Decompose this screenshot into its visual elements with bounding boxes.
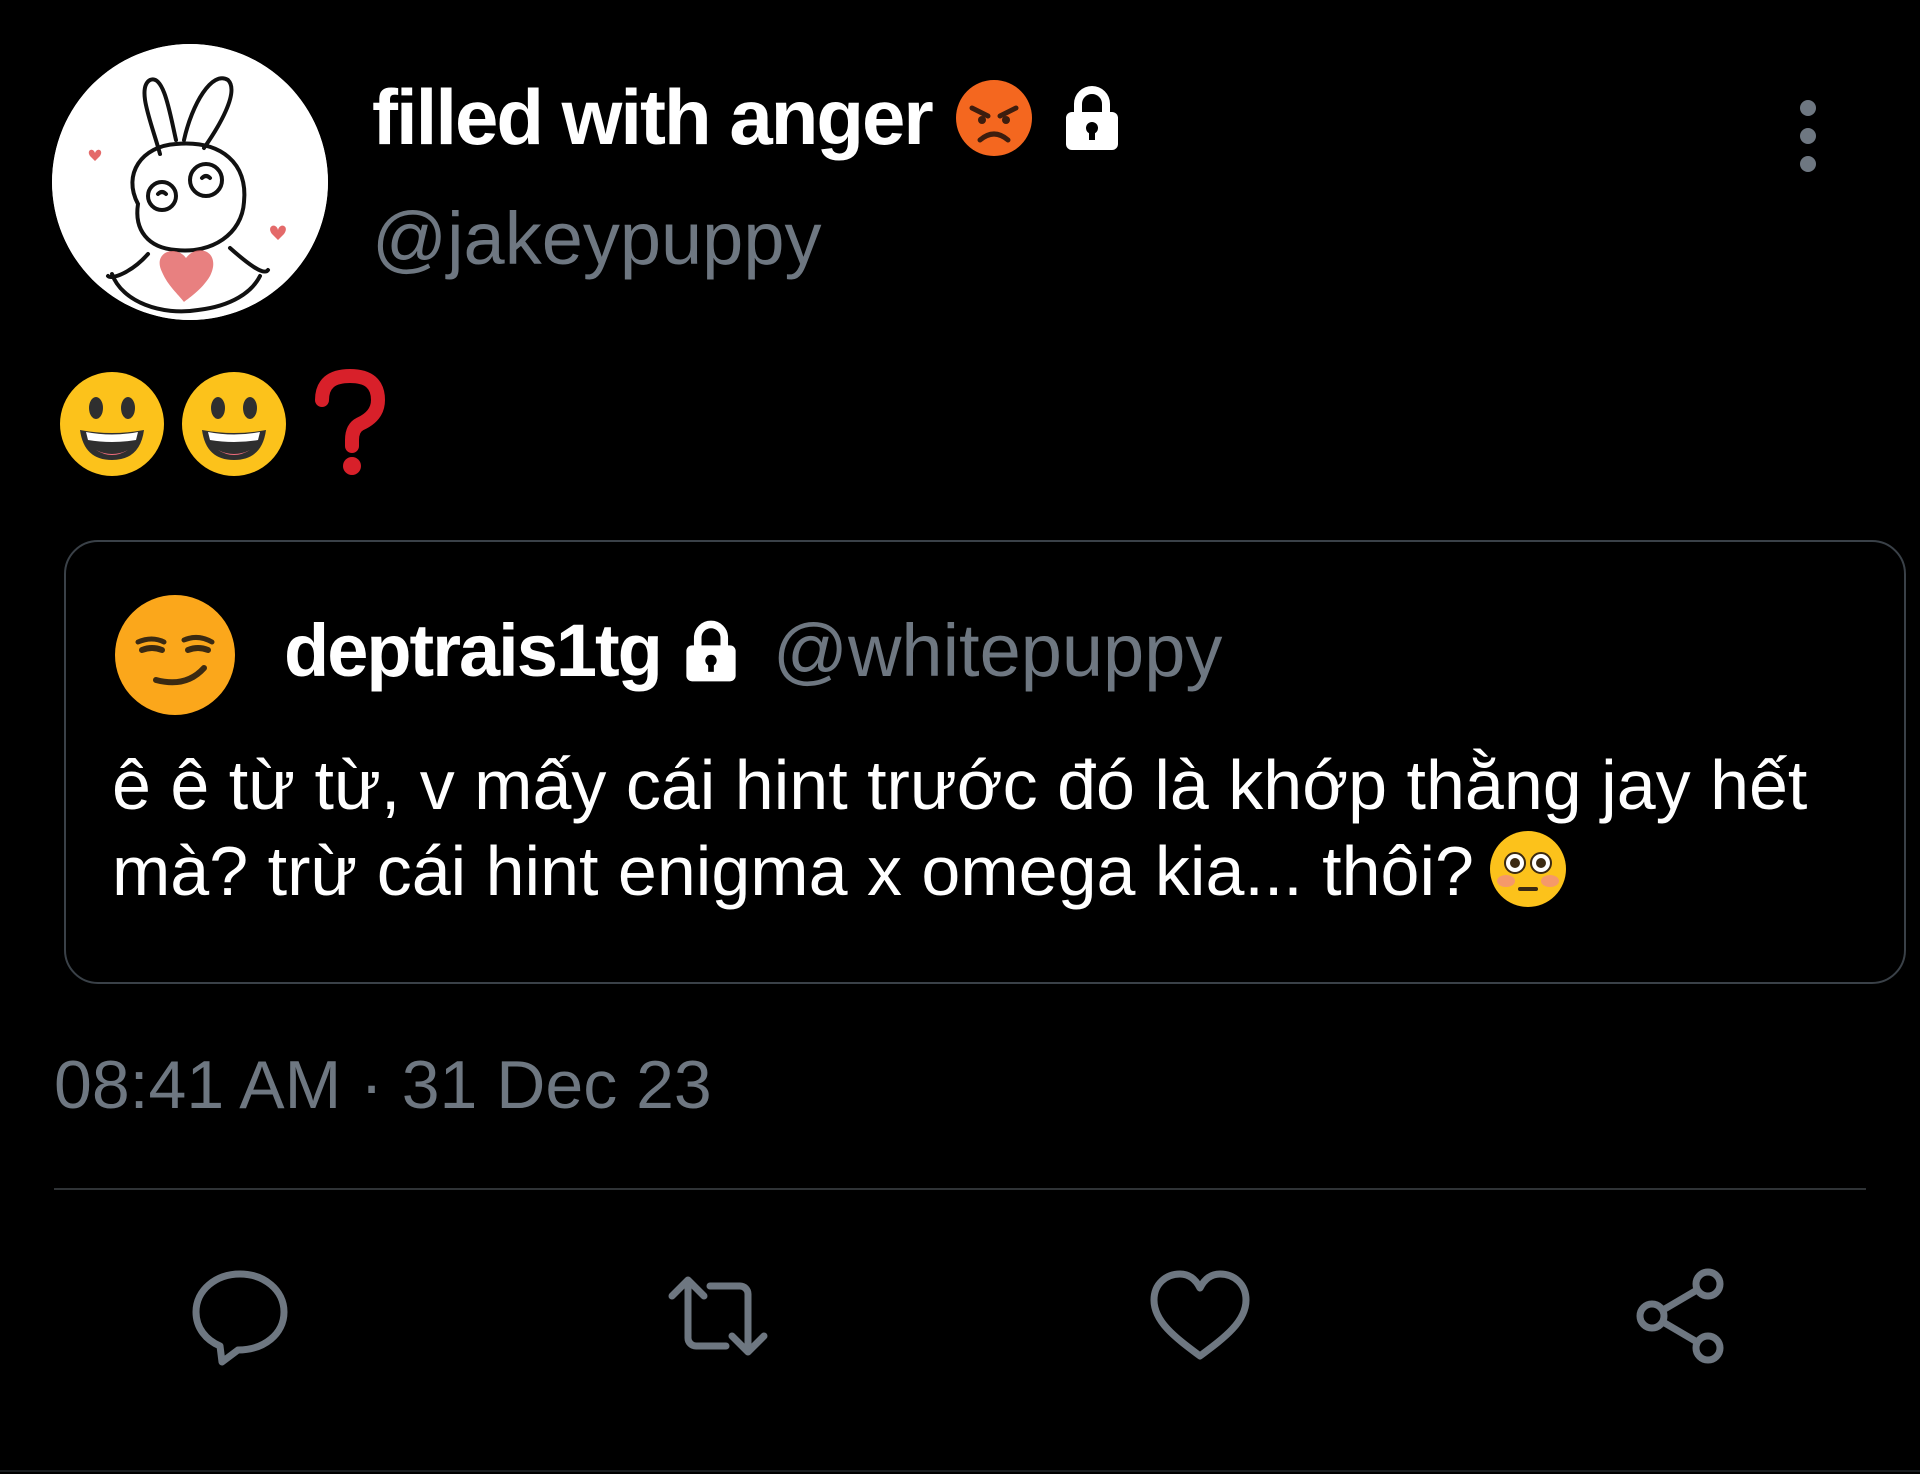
lock-icon bbox=[686, 620, 736, 681]
bunny-drawing-icon bbox=[52, 44, 328, 320]
quoted-tweet-text-container: ê ê từ từ, v mấy cái hint trước đó là kh… bbox=[112, 742, 1872, 914]
smirking-face-icon bbox=[115, 595, 235, 715]
bottom-divider bbox=[0, 1470, 1920, 1472]
share-icon[interactable] bbox=[1628, 1262, 1736, 1370]
author-display-name[interactable]: filled with anger bbox=[372, 72, 934, 163]
grinning-face-icon bbox=[182, 372, 286, 476]
author-display-name-row[interactable]: filled with anger bbox=[372, 72, 1130, 163]
reply-icon[interactable] bbox=[186, 1262, 294, 1370]
quoted-author-display-name[interactable]: deptrais1tg bbox=[284, 608, 663, 693]
quoted-author-handle[interactable]: @whitepuppy bbox=[773, 608, 1223, 693]
tweet-text bbox=[56, 368, 396, 480]
retweet-icon[interactable] bbox=[664, 1262, 772, 1370]
quoted-tweet-card[interactable]: deptrais1tg @whitepuppy ê ê từ từ, v mấy… bbox=[64, 540, 1906, 984]
red-question-mark-icon bbox=[315, 368, 386, 475]
quoted-tweet-header: deptrais1tg @whitepuppy bbox=[284, 608, 1222, 693]
lock-icon bbox=[1065, 85, 1118, 150]
divider bbox=[54, 1188, 1866, 1190]
grinning-face-icon bbox=[60, 372, 164, 476]
like-icon[interactable] bbox=[1146, 1262, 1254, 1370]
author-handle[interactable]: @jakeypuppy bbox=[372, 196, 822, 281]
author-avatar[interactable] bbox=[52, 44, 328, 320]
angry-face-icon bbox=[955, 79, 1032, 156]
more-options-icon[interactable] bbox=[1786, 96, 1830, 176]
tweet-timestamp[interactable]: 08:41 AM · 31 Dec 23 bbox=[54, 1046, 712, 1124]
flushed-face-icon bbox=[1489, 831, 1566, 907]
